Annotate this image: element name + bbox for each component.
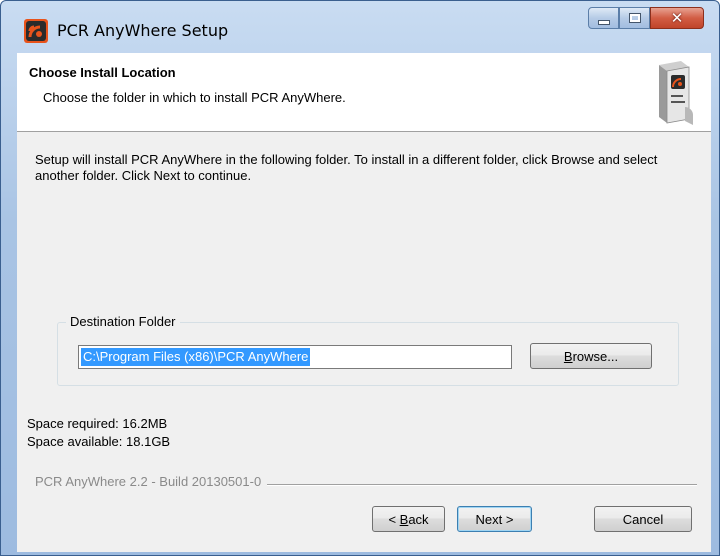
destination-folder-group: Destination Folder C:\Program Files (x86…: [57, 314, 679, 386]
title-bar[interactable]: PCR AnyWhere Setup ✕: [1, 1, 719, 51]
minimize-button[interactable]: [588, 7, 619, 29]
space-available: Space available: 18.1GB: [27, 434, 171, 449]
destination-folder-label: Destination Folder: [66, 314, 180, 329]
close-button[interactable]: ✕: [650, 7, 704, 29]
maximize-button[interactable]: [619, 7, 650, 29]
back-label: ack: [408, 511, 429, 527]
cancel-label: Cancel: [622, 511, 664, 527]
minimize-icon: [597, 19, 610, 25]
install-description: Setup will install PCR AnyWhere in the f…: [35, 152, 658, 183]
next-button[interactable]: Next >: [457, 506, 532, 532]
browse-label: rowse...: [572, 348, 619, 364]
page-title: Choose Install Location: [29, 65, 176, 80]
browse-button[interactable]: Browse...: [530, 343, 652, 369]
page-subtitle: Choose the folder in which to install PC…: [43, 90, 346, 105]
content-area: Setup will install PCR AnyWhere in the f…: [17, 132, 711, 552]
app-logo-icon: [24, 19, 48, 43]
back-button[interactable]: < Back: [372, 506, 445, 532]
cancel-button[interactable]: Cancel: [594, 506, 692, 532]
space-required: Space required: 16.2MB: [27, 416, 168, 431]
setup-window: PCR AnyWhere Setup ✕ Choose Install Loca…: [0, 0, 720, 556]
window-title: PCR AnyWhere Setup: [57, 21, 229, 40]
back-hotkey: B: [399, 511, 409, 527]
back-arrow: <: [388, 511, 400, 527]
destination-path-input[interactable]: C:\Program Files (x86)\PCR AnyWhere: [78, 345, 512, 369]
installer-branding: PCR AnyWhere 2.2 - Build 20130501-0: [35, 474, 268, 489]
close-icon: ✕: [670, 9, 684, 27]
next-label: Next >: [475, 511, 514, 527]
product-box-icon: [655, 59, 693, 125]
destination-path-value: C:\Program Files (x86)\PCR AnyWhere: [81, 348, 311, 366]
maximize-icon: [628, 13, 641, 23]
window-controls: ✕: [588, 7, 704, 31]
page-header: Choose Install Location Choose the folde…: [17, 53, 711, 132]
browse-hotkey: B: [563, 348, 573, 364]
